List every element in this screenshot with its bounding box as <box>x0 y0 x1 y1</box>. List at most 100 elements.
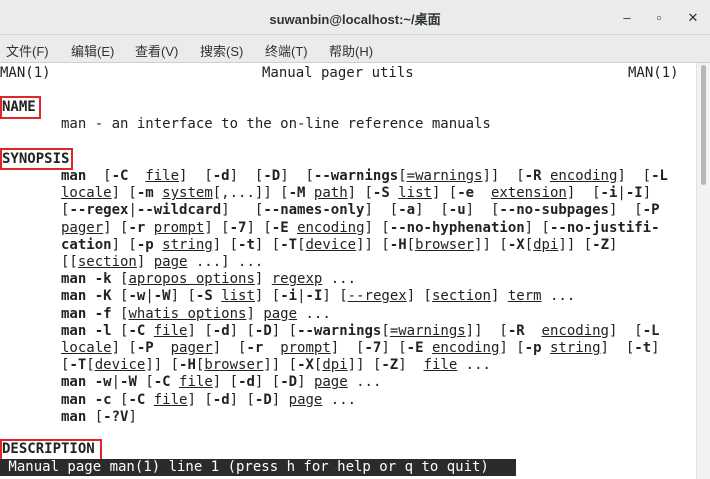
synopsis-segment: -Z <box>381 357 399 374</box>
synopsis-segment: ] <box>609 236 618 253</box>
synopsis-segment: ] [ <box>608 202 643 219</box>
maximize-button[interactable]: ▫ <box>650 9 668 27</box>
synopsis-segment: [ <box>111 288 129 305</box>
synopsis-segment <box>145 220 153 236</box>
synopsis-segment: ] [ <box>364 219 390 236</box>
synopsis-segment: | <box>145 288 154 305</box>
synopsis-segment: ] [ <box>600 340 635 356</box>
synopsis-segment: ] [ <box>608 322 643 339</box>
synopsis-line: man -w|-W [-C file] [-d] [-D] page ... <box>61 374 381 391</box>
synopsis-segment: -C <box>128 391 146 408</box>
synopsis-segment: system <box>162 185 213 202</box>
synopsis-segment: ]] [ <box>263 357 298 374</box>
synopsis-segment <box>86 374 94 390</box>
synopsis-segment: term <box>507 288 542 305</box>
synopsis-line: locale] [-m system[,...]] [-M path] [-S … <box>61 185 651 202</box>
menu-help[interactable]: 帮助(H) <box>329 41 373 60</box>
synopsis-segment: -W <box>120 374 137 391</box>
scrollbar-thumb[interactable] <box>701 65 706 185</box>
synopsis-segment: -p <box>136 236 154 253</box>
synopsis-segment: -C <box>111 168 129 184</box>
synopsis-segment: -X <box>297 357 314 374</box>
title-bar[interactable]: suwanbin@localhost:~/桌面 – ▫ ✕ <box>0 0 710 35</box>
synopsis-segment: ] <box>246 305 264 322</box>
synopsis-segment: man <box>61 391 87 408</box>
synopsis-segment <box>154 340 171 356</box>
menu-edit[interactable]: 编辑(E) <box>71 41 114 60</box>
synopsis-segment: -K <box>94 288 112 305</box>
synopsis-segment: -7 <box>364 340 382 356</box>
synopsis-segment: device <box>94 357 146 374</box>
synopsis-segment: ] [ <box>111 185 137 202</box>
synopsis-segment: ] [ <box>431 185 458 202</box>
synopsis-segment <box>86 392 94 408</box>
synopsis-segment: ] [ <box>221 202 264 219</box>
synopsis-segment: ] [ <box>381 340 407 356</box>
synopsis-segment: file <box>153 391 188 408</box>
synopsis-segment: --warnings <box>297 322 382 339</box>
synopsis-segment: -R <box>524 168 542 184</box>
close-button[interactable]: ✕ <box>684 9 702 27</box>
synopsis-segment: section <box>431 288 491 305</box>
synopsis-segment: [ <box>111 271 129 288</box>
synopsis-segment: -7 <box>229 219 247 236</box>
synopsis-segment: pager <box>61 219 104 236</box>
menu-search[interactable]: 搜索(S) <box>200 41 243 60</box>
synopsis-segment: ... <box>322 271 357 288</box>
synopsis-segment: ... <box>541 288 576 305</box>
synopsis-segment: page <box>288 391 323 408</box>
synopsis-segment: [ <box>381 322 390 339</box>
synopsis-segment: ] [ <box>212 236 239 253</box>
synopsis-segment: -S <box>195 288 213 305</box>
synopsis-segment: -D <box>263 168 281 184</box>
man-header-center: Manual pager utils <box>262 65 414 81</box>
synopsis-segment: -t <box>238 236 255 253</box>
menu-terminal[interactable]: 终端(T) <box>265 41 308 60</box>
synopsis-segment: locale <box>61 340 112 356</box>
synopsis-segment: -l <box>94 322 112 339</box>
synopsis-segment: -p <box>524 340 542 356</box>
synopsis-segment: -E <box>406 340 424 356</box>
synopsis-segment <box>305 185 313 201</box>
synopsis-segment: ] [ <box>254 236 281 253</box>
man-header-right: MAN(1) <box>628 65 679 81</box>
synopsis-line: man -f [whatis options] page ... <box>61 306 331 323</box>
synopsis-segment: [ <box>111 305 129 322</box>
synopsis-segment: ] [ <box>406 288 432 305</box>
synopsis-segment: ... <box>347 374 382 391</box>
synopsis-line: man [-?V] <box>61 409 137 426</box>
synopsis-highlight-box <box>0 148 73 170</box>
synopsis-segment: ] [ <box>280 168 314 184</box>
synopsis-segment: dpi <box>533 236 559 253</box>
synopsis-segment: -i <box>600 185 618 202</box>
synopsis-segment: -d <box>212 168 230 184</box>
synopsis-segment: -d <box>212 391 230 408</box>
synopsis-segment: -R <box>507 322 525 339</box>
menu-view[interactable]: 查看(V) <box>135 41 178 60</box>
synopsis-segment: ] [ <box>229 391 255 408</box>
synopsis-segment: ] <box>271 391 289 408</box>
menu-file[interactable]: 文件(F) <box>6 41 49 60</box>
man-header-left: MAN(1) <box>0 65 51 81</box>
synopsis-segment: -w <box>94 374 112 391</box>
synopsis-segment: -P <box>642 202 660 219</box>
synopsis-segment: ]] [ <box>558 236 593 253</box>
synopsis-segment: prompt <box>153 219 205 236</box>
synopsis-segment: [ <box>86 168 112 184</box>
synopsis-segment: ] [ <box>212 374 239 391</box>
synopsis-segment: -c <box>94 391 112 408</box>
synopsis-segment: -D <box>254 391 272 408</box>
synopsis-segment: ] <box>128 408 137 425</box>
synopsis-segment: | <box>111 374 121 391</box>
minimize-button[interactable]: – <box>618 9 636 27</box>
synopsis-segment: -P <box>136 340 154 356</box>
synopsis-segment: -w <box>128 288 146 305</box>
synopsis-segment: -W <box>153 288 171 305</box>
synopsis-segment: --no-subpages <box>499 202 609 219</box>
synopsis-segment: -M <box>288 185 306 202</box>
name-highlight-box <box>0 96 41 119</box>
synopsis-segment: ]] [ <box>356 236 390 253</box>
terminal-area[interactable]: MAN(1) Manual pager utils MAN(1) NAME ma… <box>0 63 696 479</box>
synopsis-segment: ]] [ <box>465 322 508 339</box>
scrollbar[interactable] <box>696 63 710 479</box>
